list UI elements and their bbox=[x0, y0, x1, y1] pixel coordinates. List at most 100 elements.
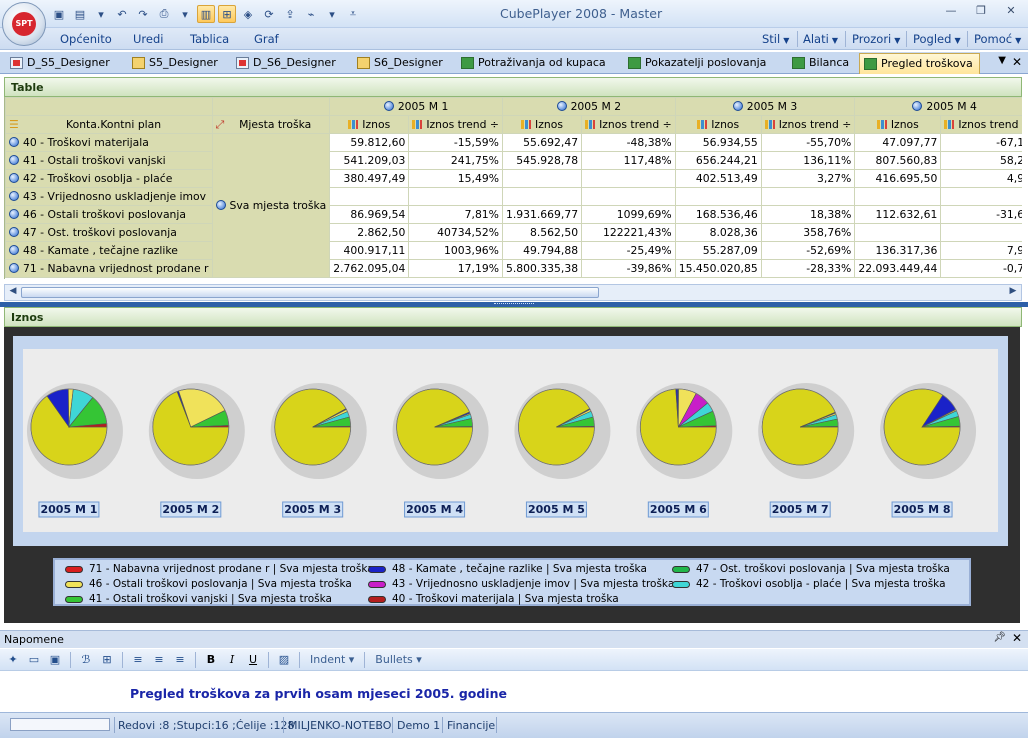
table-cell[interactable]: 18,38% bbox=[760, 205, 856, 224]
dropdown-arrow-icon[interactable]: ▾ bbox=[323, 5, 341, 23]
table-cell[interactable]: 7,81% bbox=[408, 205, 503, 224]
table-cell[interactable]: 402.513,49 bbox=[674, 169, 762, 188]
menu-stil[interactable]: Stil ▼ bbox=[762, 32, 789, 46]
table-cell[interactable] bbox=[854, 223, 942, 242]
measure-header-iznos[interactable]: Iznos bbox=[329, 115, 410, 134]
menu-opcenito[interactable]: Općenito bbox=[60, 32, 112, 46]
table-cell[interactable]: -55,70% bbox=[760, 133, 856, 152]
row-header[interactable]: 47 - Ost. troškovi poslovanja bbox=[5, 223, 213, 242]
table-cell[interactable]: 416.695,50 bbox=[854, 169, 942, 188]
table-cell[interactable] bbox=[329, 187, 410, 206]
table-cell[interactable]: 8.028,36 bbox=[674, 223, 762, 242]
month-header[interactable]: 2005 M 2 bbox=[501, 97, 676, 116]
link-icon[interactable]: ⌁ bbox=[302, 5, 320, 23]
measure-header-iznos[interactable]: Iznos bbox=[501, 115, 583, 134]
restore-icon[interactable]: ❐ bbox=[970, 4, 992, 22]
table-cell[interactable]: 122221,43% bbox=[581, 223, 676, 242]
align-center-icon[interactable]: ≡ bbox=[150, 651, 168, 669]
scroll-left-icon[interactable]: ◀ bbox=[6, 286, 20, 299]
italic-icon[interactable]: I bbox=[223, 651, 241, 669]
menu-alati[interactable]: Alati ▼ bbox=[803, 32, 838, 46]
table-cell[interactable]: 168.536,46 bbox=[674, 205, 762, 224]
table-cell[interactable]: 55.692,47 bbox=[501, 133, 583, 152]
table-cell[interactable] bbox=[408, 187, 503, 206]
row-dimension-header[interactable]: ☰ Konta.Kontni plan bbox=[5, 115, 213, 134]
table-cell[interactable]: -52,69% bbox=[760, 241, 856, 260]
row-header[interactable]: 71 - Nabavna vrijednost prodane r bbox=[5, 259, 213, 278]
scroll-right-icon[interactable]: ▶ bbox=[1006, 286, 1020, 299]
table-cell[interactable]: 5.800.335,38 bbox=[501, 259, 583, 278]
table-cell[interactable]: 1099,69% bbox=[581, 205, 676, 224]
row-header[interactable]: 48 - Kamate , tečajne razlike bbox=[5, 241, 213, 260]
table-cell[interactable]: 358,76% bbox=[760, 223, 856, 242]
table-cell[interactable]: 807.560,83 bbox=[854, 151, 942, 170]
table-cell[interactable]: 400.917,11 bbox=[329, 241, 410, 260]
row-header[interactable]: 41 - Ostali troškovi vanjski bbox=[5, 151, 213, 170]
table-cell[interactable]: 59.812,60 bbox=[329, 133, 410, 152]
table-cell[interactable]: -15,59% bbox=[408, 133, 503, 152]
table-cell[interactable]: 22.093.449,44 bbox=[854, 259, 942, 278]
tab-d-s6-designer[interactable]: D_S6_Designer bbox=[232, 53, 342, 74]
legend-item[interactable]: 46 - Ostali troškovi poslovanja | Sva mj… bbox=[65, 578, 352, 590]
customize-toolbar-icon[interactable]: ⩡ bbox=[344, 5, 362, 23]
underline-icon[interactable]: U bbox=[244, 651, 262, 669]
scrollbar-thumb[interactable] bbox=[21, 287, 599, 298]
insert-image-icon[interactable]: ▨ bbox=[275, 651, 293, 669]
month-header[interactable]: 2005 M 4 bbox=[854, 97, 1022, 116]
table-cell[interactable]: 3,27% bbox=[760, 169, 856, 188]
table-cell[interactable]: 541.209,03 bbox=[329, 151, 410, 170]
table-cell[interactable]: -39,86% bbox=[581, 259, 676, 278]
table-cell[interactable]: 545.928,78 bbox=[501, 151, 583, 170]
table-cell[interactable]: 7,93 bbox=[940, 241, 1022, 260]
tab-bilanca[interactable]: Bilanca bbox=[788, 53, 855, 74]
menu-pomoc[interactable]: Pomoć ▼ bbox=[974, 32, 1021, 46]
close-icon[interactable]: ✕ bbox=[1000, 4, 1022, 22]
table-cell[interactable]: 56.934,55 bbox=[674, 133, 762, 152]
tab-potrazivanja[interactable]: Potraživanja od kupaca bbox=[457, 53, 612, 74]
table-cell[interactable]: 15.450.020,85 bbox=[674, 259, 762, 278]
legend-item[interactable]: 48 - Kamate , tečajne razlike | Sva mjes… bbox=[368, 563, 647, 575]
measure-header-iznos[interactable]: Iznos bbox=[674, 115, 762, 134]
tab-pregled-troskova[interactable]: Pregled troškova bbox=[859, 53, 980, 74]
table-cell[interactable] bbox=[760, 187, 856, 206]
table-cell[interactable]: -28,33% bbox=[760, 259, 856, 278]
tab-s6-designer[interactable]: S6_Designer bbox=[353, 53, 449, 74]
place-header[interactable]: Sva mjesta troška bbox=[211, 133, 331, 278]
bold-icon[interactable]: B bbox=[202, 651, 220, 669]
table-horizontal-scrollbar[interactable]: ◀ ▶ bbox=[4, 284, 1022, 301]
table-view-icon[interactable]: ⊞ bbox=[218, 5, 236, 23]
table-cell[interactable]: 2.762.095,04 bbox=[329, 259, 410, 278]
open-folder-icon[interactable]: ▭ bbox=[25, 651, 43, 669]
legend-item[interactable]: 42 - Troškovi osoblja - plaće | Sva mjes… bbox=[672, 578, 946, 590]
pivot-table[interactable]: 2005 M 1 2005 M 2 2005 M 3 2005 M 4 ☰ Kon… bbox=[4, 97, 1022, 279]
tab-list-dropdown-icon[interactable]: ▼ bbox=[998, 55, 1006, 66]
row-header[interactable]: 40 - Troškovi materijala bbox=[5, 133, 213, 152]
table-cell[interactable]: 49.794,88 bbox=[501, 241, 583, 260]
table-cell[interactable] bbox=[581, 187, 676, 206]
dropdown-arrow-icon[interactable]: ▾ bbox=[92, 5, 110, 23]
table-cell[interactable]: 4,94 bbox=[940, 169, 1022, 188]
print-icon[interactable]: ⎙ bbox=[155, 5, 173, 23]
table-cell[interactable]: -0,74 bbox=[940, 259, 1022, 278]
table-cell[interactable] bbox=[674, 187, 762, 206]
measure-header-trend[interactable]: Iznos trend ÷ bbox=[760, 115, 856, 134]
dropdown-arrow-icon[interactable]: ▾ bbox=[176, 5, 194, 23]
table-cell[interactable]: 1003,96% bbox=[408, 241, 503, 260]
table-cell[interactable] bbox=[501, 187, 583, 206]
app-logo-button[interactable]: SPT bbox=[2, 2, 46, 46]
month-header[interactable]: 2005 M 1 bbox=[329, 97, 503, 116]
table-cell[interactable] bbox=[581, 169, 676, 188]
legend-item[interactable]: 47 - Ost. troškovi poslovanja | Sva mjes… bbox=[672, 563, 950, 575]
save-icon[interactable]: ▣ bbox=[50, 5, 68, 23]
minimize-icon[interactable]: — bbox=[940, 4, 962, 22]
notes-content[interactable]: Pregled troškova za prvih osam mjeseci 2… bbox=[130, 686, 507, 701]
tab-pokazatelji[interactable]: Pokazatelji poslovanja bbox=[624, 53, 772, 74]
close-notes-icon[interactable]: ✕ bbox=[1012, 631, 1022, 645]
column-dimension-header[interactable]: ⤢ Mjesta troška bbox=[211, 115, 331, 134]
table-cell[interactable]: 380.497,49 bbox=[329, 169, 410, 188]
measure-header-trend[interactable]: Iznos trend ÷ bbox=[940, 115, 1022, 134]
save-icon[interactable]: ▣ bbox=[46, 651, 64, 669]
measure-header-trend[interactable]: Iznos trend ÷ bbox=[581, 115, 676, 134]
table-cell[interactable]: -48,38% bbox=[581, 133, 676, 152]
indent-dropdown[interactable]: Indent ▾ bbox=[306, 653, 358, 666]
